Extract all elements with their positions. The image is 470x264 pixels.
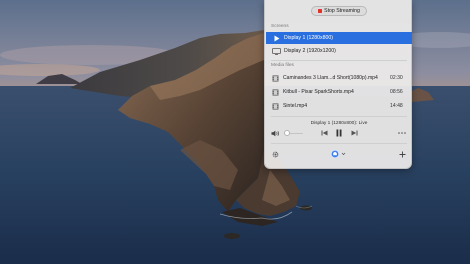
screen-item-display-2[interactable]: Display 2 (1920x1200) — [266, 45, 412, 57]
film-icon — [272, 74, 279, 82]
stop-streaming-label: Stop Streaming — [324, 8, 360, 14]
streaming-menu-panel: Stop Streaming Screens Display 1 (1280x8… — [264, 0, 412, 169]
screens-section-label: Screens — [271, 24, 289, 29]
screen-item-label: Display 2 (1920x1200) — [284, 48, 336, 54]
add-icon[interactable] — [398, 150, 406, 158]
volume-slider-knob[interactable] — [283, 130, 290, 136]
display-icon — [272, 47, 281, 55]
stop-icon — [318, 9, 323, 13]
airplay-target-button[interactable] — [328, 148, 348, 160]
volume-icon[interactable] — [271, 129, 280, 137]
media-item[interactable]: Kitbull - Pixar SparkShorts.mp4 08:56 — [266, 86, 412, 98]
film-icon — [272, 102, 279, 110]
media-item-name: Sintel.mp4 — [283, 103, 308, 109]
section-divider — [271, 143, 407, 144]
previous-track-icon[interactable] — [320, 129, 328, 137]
next-track-icon[interactable] — [350, 129, 358, 137]
media-item-name: Kitbull - Pixar SparkShorts.mp4 — [283, 89, 354, 95]
media-item-duration: 02:30 — [390, 75, 403, 81]
media-item[interactable]: Sintel.mp4 14:48 — [266, 100, 412, 112]
pause-button[interactable] — [335, 128, 343, 138]
section-divider — [271, 116, 407, 117]
section-divider — [271, 60, 407, 61]
media-item-duration: 08:56 — [390, 89, 403, 95]
media-item-duration: 14:48 — [390, 103, 403, 109]
screen-item-display-1[interactable]: Display 1 (1280x800) — [266, 32, 412, 44]
stop-streaming-button[interactable]: Stop Streaming — [311, 6, 367, 16]
more-options-icon[interactable] — [397, 129, 407, 137]
now-playing-status: Display 1 (1280x800): Live — [310, 121, 368, 126]
media-item[interactable]: Caminandes 3 Llam...d Short(1080p).mp4 0… — [266, 72, 412, 84]
play-icon — [272, 35, 281, 42]
gear-icon[interactable] — [271, 150, 279, 158]
screen-item-label: Display 1 (1280x800) — [284, 35, 334, 41]
film-icon — [272, 88, 279, 96]
media-section-label: Media files — [271, 63, 294, 68]
media-item-name: Caminandes 3 Llam...d Short(1080p).mp4 — [283, 75, 378, 81]
